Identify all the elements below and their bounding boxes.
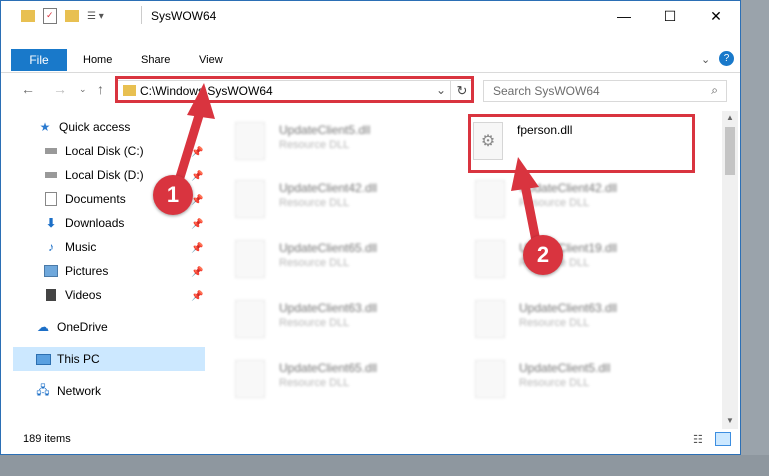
explorer-window: ✓ ☰ ▾ SysWOW64 — ☐ ✕ File Home Share Vie… bbox=[0, 0, 741, 455]
callout-arrows bbox=[172, 83, 543, 256]
callout-2: 2 bbox=[523, 235, 563, 275]
callout-1: 1 bbox=[153, 175, 193, 215]
arrow-one bbox=[172, 83, 215, 192]
desktop-background bbox=[0, 455, 769, 476]
